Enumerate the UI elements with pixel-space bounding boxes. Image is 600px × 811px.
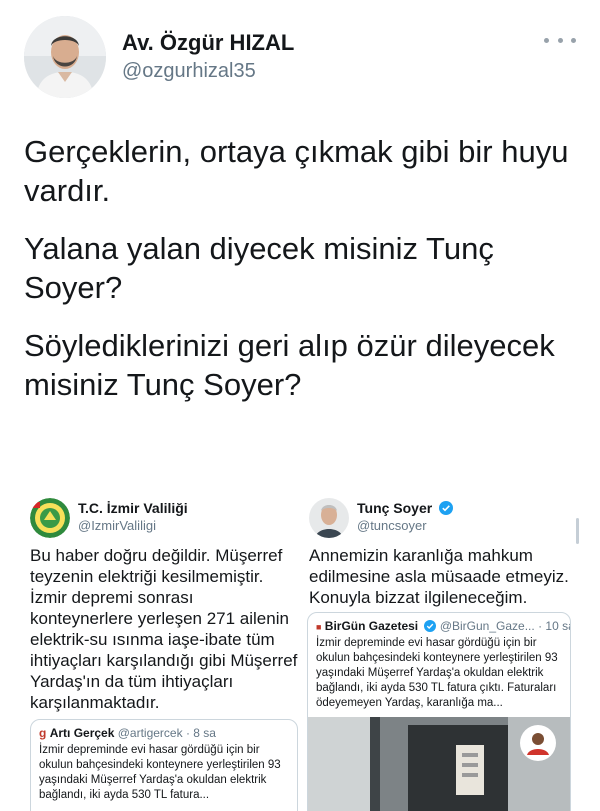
right-account-handle: @tuncsoyer [357,518,427,533]
left-quote-name: Artı Gerçek [49,726,115,740]
right-quoted-tweet: ■ BirGün Gazetesi @BirGun_Gaze... · 10 s… [307,612,571,811]
verified-badge-icon [439,501,454,515]
tweet-header: Av. Özgür HIZAL @ozgurhizal35 [24,16,576,100]
author-name[interactable]: Av. Özgür HIZAL [122,30,294,56]
left-quote-text: İzmir depreminde evi hasar gördüğü için … [39,744,281,801]
verified-badge-icon [424,620,437,632]
left-quote-handle: @artigercek [117,726,183,740]
birgun-logo-icon: ■ [316,622,322,632]
left-quoted-tweet: g Artı Gerçek @artigercek · 8 sa İzmir d… [30,719,298,811]
embedded-image-right[interactable]: Tunç Soyer @tuncsoyer Annemizin karanlığ… [303,488,579,811]
tweet-paragraph: Söylediklerinizi geri alıp özür dileyece… [24,328,555,402]
right-quote-text: İzmir depreminde evi hasar gördüğü için … [316,637,558,709]
author-handle[interactable]: @ozgurhizal35 [122,60,256,83]
tweet-paragraph: Yalana yalan diyecek misiniz Tunç Soyer? [24,231,494,305]
tweet-body: Gerçeklerin, ortaya çıkmak gibi bir huyu… [24,132,574,423]
right-account-name: Tunç Soyer [357,500,454,516]
scrollbar [576,518,579,544]
left-quote-time: · 8 sa [185,726,216,740]
right-tweet-text: Annemizin karanlığa mahkum edilmesine as… [309,546,569,607]
author-avatar[interactable] [24,16,106,98]
quoted-media-photo [308,717,570,811]
tuncsoyer-avatar [309,498,349,538]
left-quote-header: g Artı Gerçek @artigercek · 8 sa [39,726,216,740]
right-account-name-text: Tunç Soyer [357,500,433,516]
left-tweet-text: Bu haber doğru değildir. Müşerref teyzen… [30,546,298,712]
more-options-icon[interactable] [544,30,576,50]
right-quote-header: ■ BirGün Gazetesi @BirGun_Gaze... · 10 s… [316,619,570,633]
artigercek-logo-icon: g [39,726,47,740]
embedded-image-left[interactable]: T.C. İzmir Valiliği @IzmirValiligi Bu ha… [24,488,298,811]
tweet-paragraph: Gerçeklerin, ortaya çıkmak gibi bir huyu… [24,134,569,208]
right-quote-handle: @BirGun_Gaze... [439,619,535,633]
left-account-handle: @IzmirValiligi [78,518,156,533]
right-quote-name: BirGün Gazetesi [324,619,419,633]
right-quote-time: · 10 sa [538,619,570,633]
valilik-logo [30,498,70,538]
left-account-name: T.C. İzmir Valiliği [78,500,188,516]
